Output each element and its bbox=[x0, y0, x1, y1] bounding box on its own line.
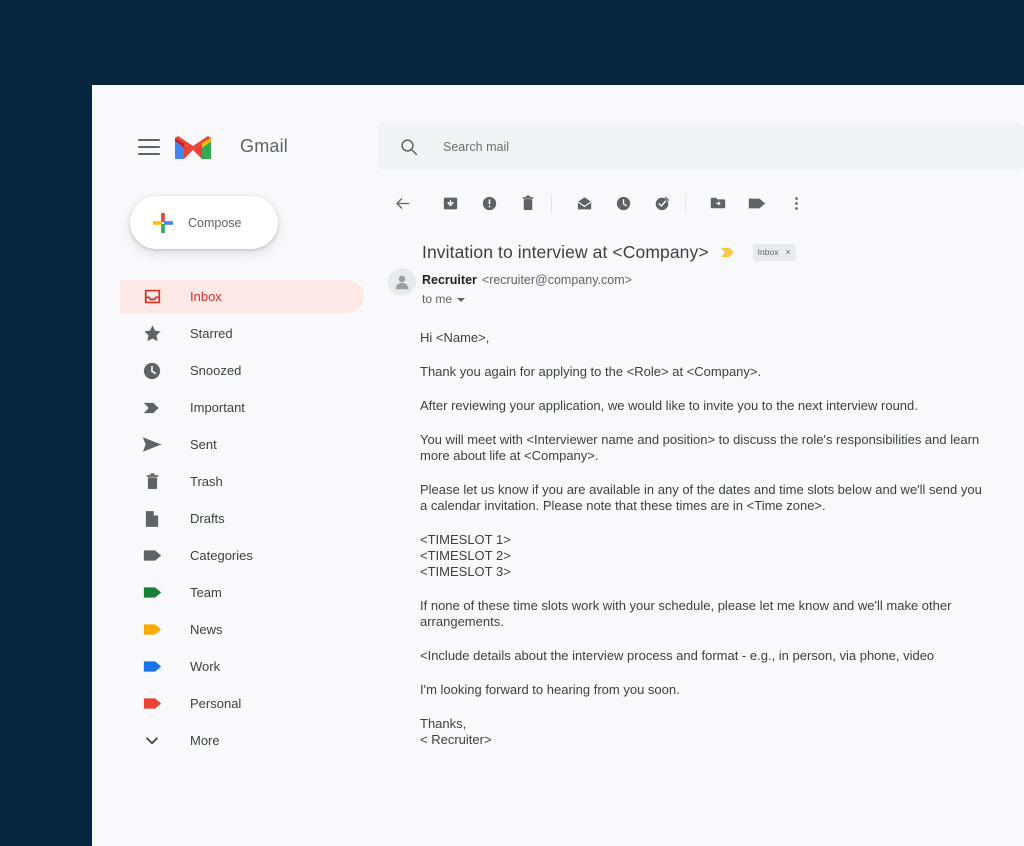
body-paragraph-7: I'm looking forward to hearing from you … bbox=[420, 682, 680, 697]
sidebar-item-more[interactable]: More bbox=[120, 724, 364, 757]
sidebar-item-label: Starred bbox=[190, 325, 233, 341]
delete-button[interactable] bbox=[513, 188, 543, 218]
email-toolbar bbox=[378, 180, 1024, 226]
avatar bbox=[388, 268, 416, 296]
subject-row: Invitation to interview at <Company> Inb… bbox=[422, 240, 1012, 264]
sidebar-item-label: News bbox=[190, 621, 223, 637]
chevron-down-icon[interactable] bbox=[457, 297, 466, 302]
sidebar-item-snoozed[interactable]: Snoozed bbox=[120, 354, 364, 387]
app-header: Gmail bbox=[92, 85, 1024, 180]
label-icon bbox=[140, 586, 164, 599]
sidebar-item-personal[interactable]: Personal bbox=[120, 687, 364, 720]
important-marker-icon[interactable] bbox=[720, 246, 737, 259]
labels-button[interactable] bbox=[742, 188, 772, 218]
body-closing: Thanks, bbox=[420, 716, 467, 731]
chevron-down-icon bbox=[140, 733, 164, 749]
sidebar-item-important[interactable]: Important bbox=[120, 391, 364, 424]
move-to-button[interactable] bbox=[703, 188, 733, 218]
body-paragraph-5: If none of these time slots work with yo… bbox=[420, 598, 952, 629]
sidebar-item-categories[interactable]: Categories bbox=[120, 539, 364, 572]
sidebar-item-label: Sent bbox=[190, 436, 217, 452]
label-icon bbox=[140, 623, 164, 636]
body-paragraph-4: Please let us know if you are available … bbox=[420, 482, 982, 513]
label-icon bbox=[140, 549, 164, 562]
sidebar-item-starred[interactable]: Starred bbox=[120, 317, 364, 350]
search-input[interactable] bbox=[443, 139, 863, 154]
search-bar[interactable] bbox=[378, 123, 1024, 170]
drafts-icon bbox=[140, 510, 164, 528]
sidebar-item-news[interactable]: News bbox=[120, 613, 364, 646]
recipient-text: to me bbox=[422, 292, 453, 306]
reading-pane: Invitation to interview at <Company> Inb… bbox=[378, 180, 1024, 846]
close-icon[interactable]: × bbox=[785, 247, 790, 257]
sidebar-item-label: More bbox=[190, 732, 220, 748]
gmail-app-window: Gmail Compose bbox=[92, 85, 1024, 846]
snooze-button[interactable] bbox=[608, 188, 638, 218]
sidebar: Compose Inbox Starred Snoozed Important … bbox=[92, 180, 378, 846]
sidebar-item-work[interactable]: Work bbox=[120, 650, 364, 683]
sender-email: <recruiter@company.com> bbox=[481, 273, 632, 287]
report-spam-button[interactable] bbox=[474, 188, 504, 218]
sidebar-item-label: Trash bbox=[190, 473, 223, 489]
sidebar-item-label: Work bbox=[190, 658, 221, 674]
sender-name: Recruiter bbox=[422, 273, 477, 287]
recipient-line[interactable]: to me bbox=[422, 292, 466, 307]
inbox-icon bbox=[140, 288, 164, 305]
send-icon bbox=[140, 436, 164, 453]
label-chip-inbox[interactable]: Inbox × bbox=[752, 243, 796, 261]
sidebar-item-label: Important bbox=[190, 399, 245, 415]
body-paragraph-2: After reviewing your application, we wou… bbox=[420, 398, 918, 413]
label-icon bbox=[140, 697, 164, 710]
hamburger-menu-icon[interactable] bbox=[138, 139, 160, 155]
toolbar-divider bbox=[551, 194, 552, 212]
body-greeting: Hi <Name>, bbox=[420, 330, 490, 345]
star-icon bbox=[140, 324, 164, 343]
label-chip-text: Inbox bbox=[757, 247, 779, 257]
sidebar-item-label: Snoozed bbox=[190, 362, 242, 378]
sidebar-item-inbox[interactable]: Inbox bbox=[120, 280, 364, 313]
body-paragraph-3: You will meet with <Interviewer name and… bbox=[420, 432, 980, 463]
gmail-logo-icon bbox=[172, 130, 214, 162]
email-body: Hi <Name>, Thank you again for applying … bbox=[420, 330, 990, 748]
brand-name: Gmail bbox=[240, 136, 289, 156]
sidebar-item-label: Categories bbox=[190, 547, 253, 563]
more-options-button[interactable] bbox=[781, 188, 811, 218]
body-signature: < Recruiter> bbox=[420, 732, 492, 747]
sidebar-item-label: Inbox bbox=[190, 288, 222, 304]
sidebar-item-drafts[interactable]: Drafts bbox=[120, 502, 364, 535]
trash-icon bbox=[140, 473, 164, 490]
archive-button[interactable] bbox=[435, 188, 465, 218]
important-icon bbox=[140, 401, 164, 415]
clock-icon bbox=[140, 362, 164, 380]
body-paragraph-1: Thank you again for applying to the <Rol… bbox=[420, 364, 762, 379]
label-icon bbox=[140, 660, 164, 673]
person-avatar-icon bbox=[395, 275, 409, 290]
search-icon bbox=[401, 138, 418, 155]
body-timeslot-1: <TIMESLOT 1> bbox=[420, 532, 511, 547]
sidebar-item-trash[interactable]: Trash bbox=[120, 465, 364, 498]
sidebar-item-label: Team bbox=[190, 584, 222, 600]
add-to-tasks-button[interactable] bbox=[647, 188, 677, 218]
compose-label: Compose bbox=[188, 215, 242, 230]
sidebar-item-team[interactable]: Team bbox=[120, 576, 364, 609]
plus-icon bbox=[153, 212, 173, 233]
back-button[interactable] bbox=[387, 188, 417, 218]
body-timeslot-2: <TIMESLOT 2> bbox=[420, 548, 511, 563]
body-timeslot-3: <TIMESLOT 3> bbox=[420, 564, 511, 579]
sidebar-item-label: Personal bbox=[190, 695, 242, 711]
compose-button[interactable]: Compose bbox=[130, 196, 278, 249]
email-subject: Invitation to interview at <Company> bbox=[422, 242, 709, 262]
sidebar-item-sent[interactable]: Sent bbox=[120, 428, 364, 461]
body-paragraph-6: <Include details about the interview pro… bbox=[420, 648, 935, 663]
mark-unread-button[interactable] bbox=[569, 188, 599, 218]
sidebar-item-label: Drafts bbox=[190, 510, 225, 526]
toolbar-divider bbox=[685, 194, 686, 212]
sender-line: Recruiter <recruiter@company.com> bbox=[422, 273, 632, 288]
